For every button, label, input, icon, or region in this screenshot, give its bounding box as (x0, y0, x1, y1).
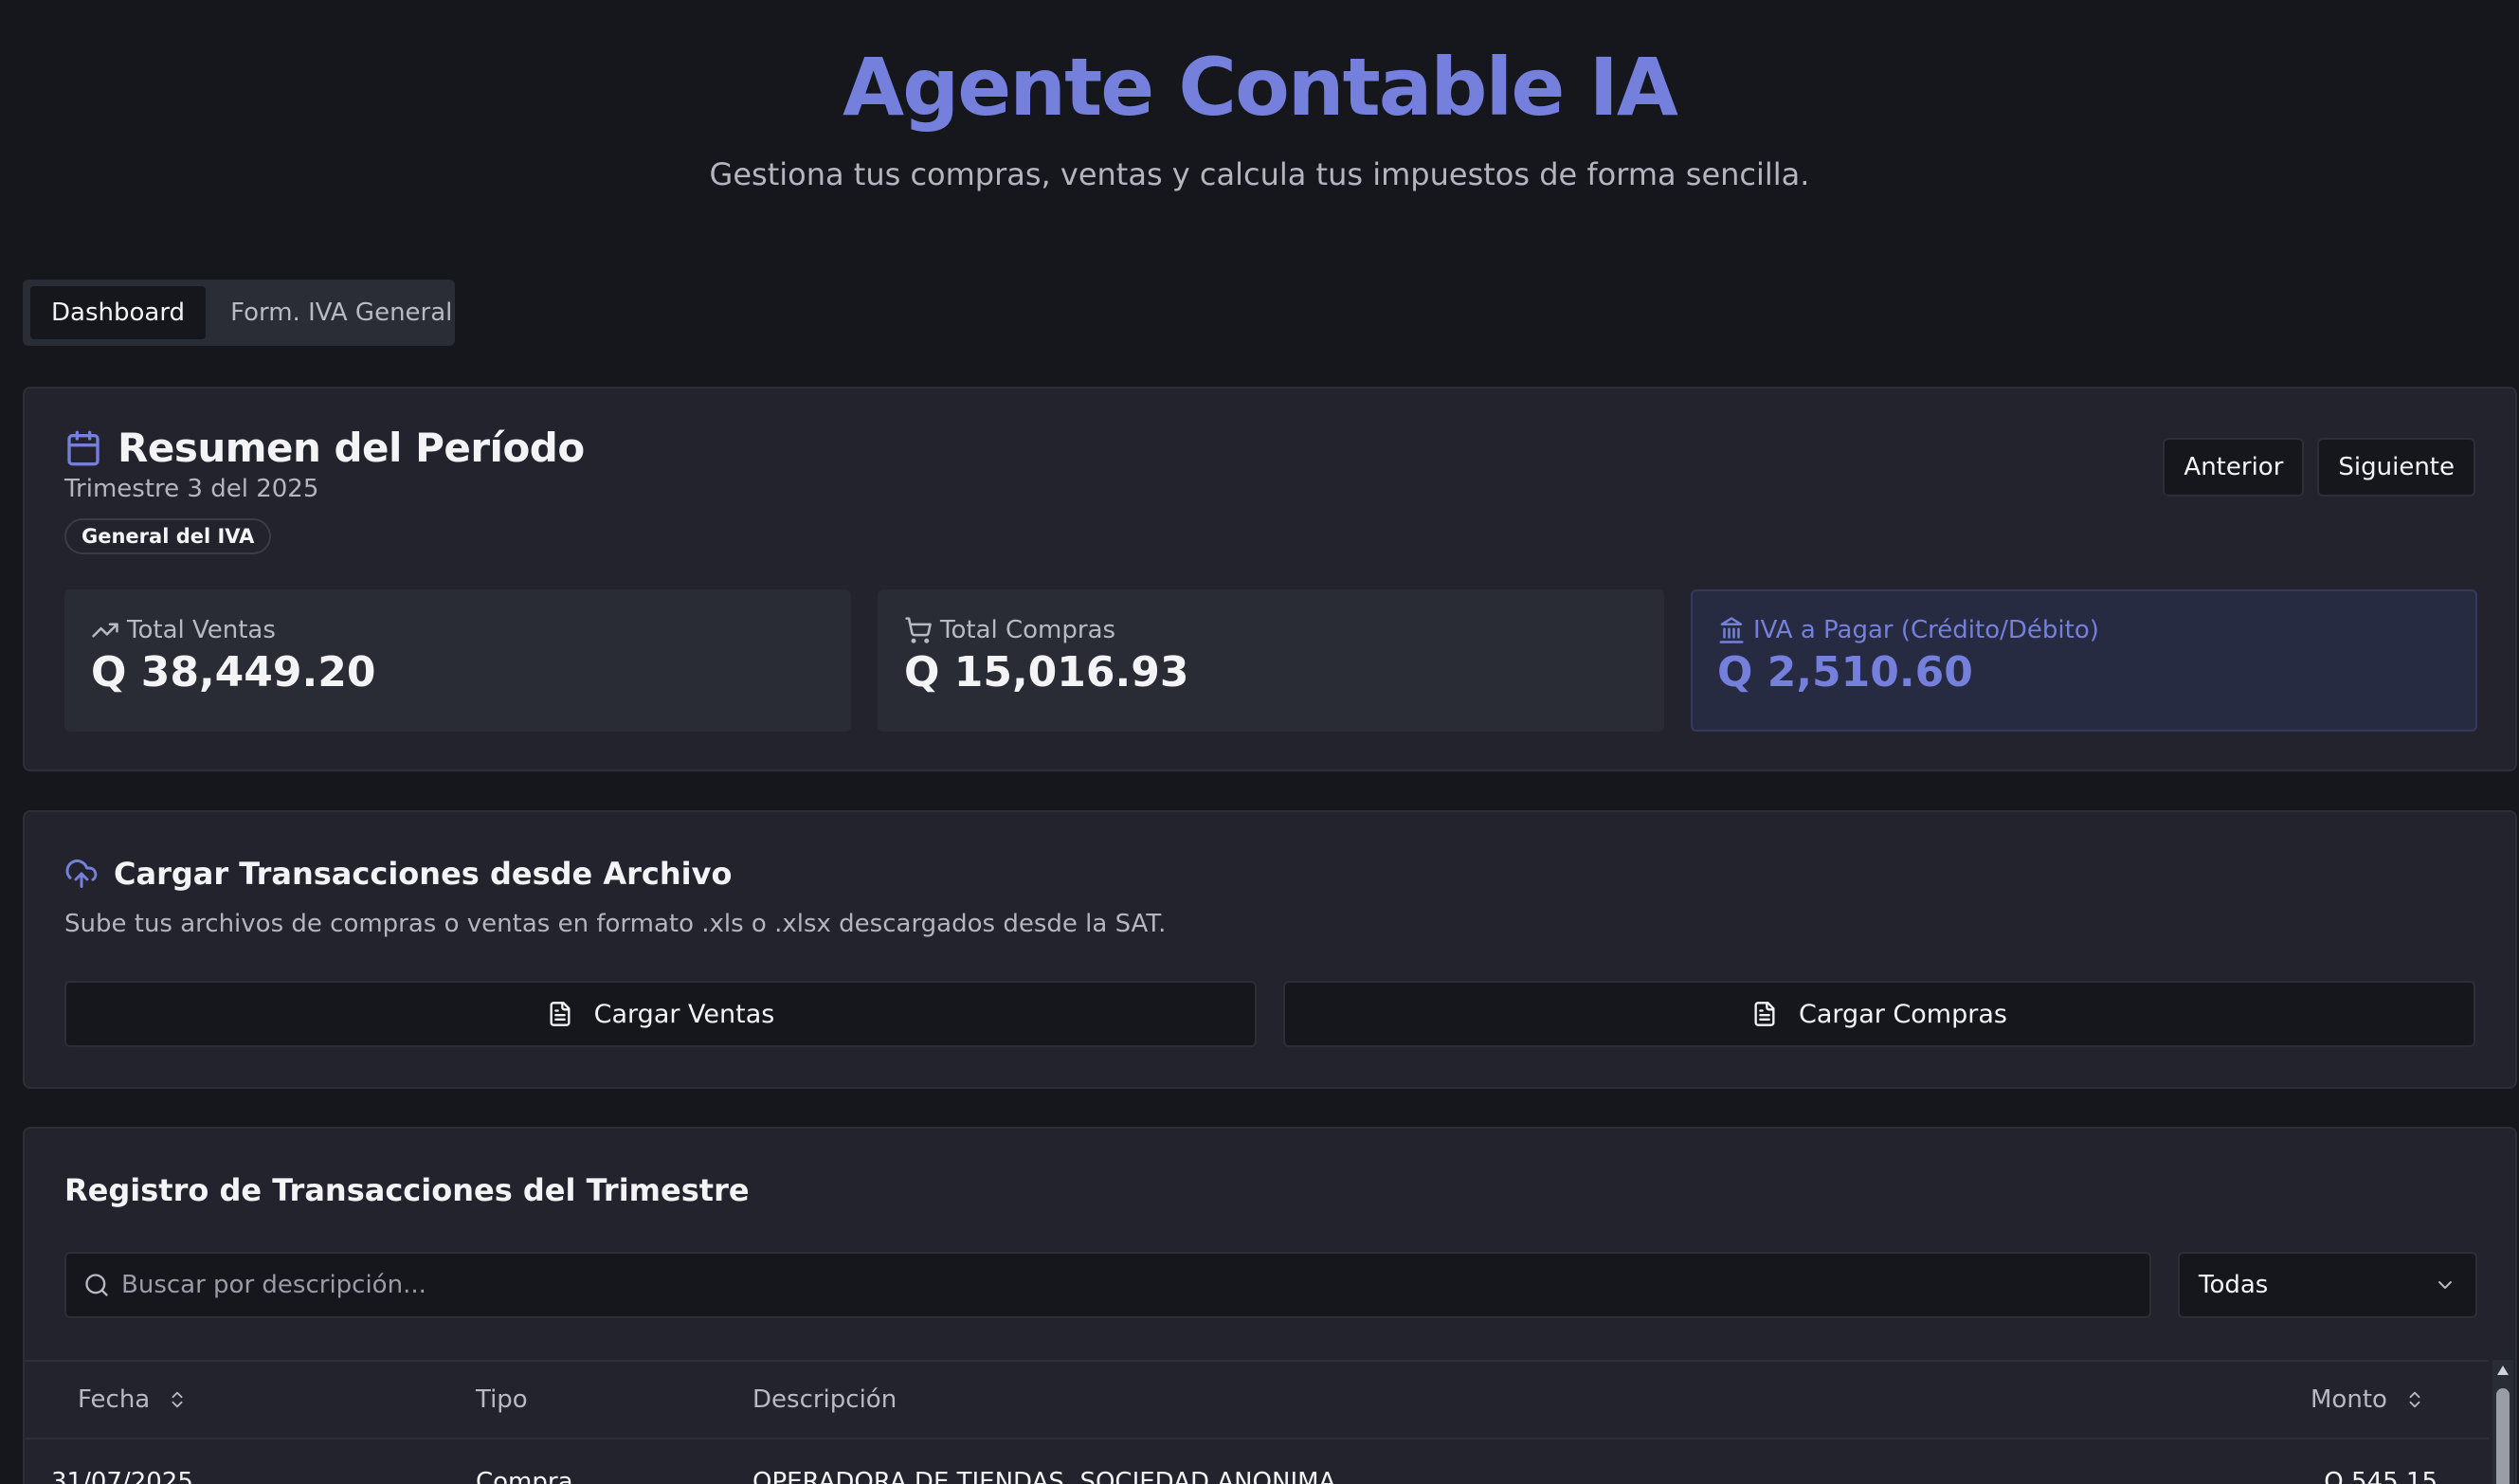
total-purchases-stat: Total Compras Q 15,016.93 (878, 589, 1664, 732)
calendar-icon (64, 429, 102, 467)
upload-purchases-button[interactable]: Cargar Compras (1283, 981, 2475, 1047)
table-scrollbar[interactable] (2492, 1360, 2513, 1484)
search-icon (83, 1272, 110, 1298)
row-date: 31/07/2025 (51, 1468, 193, 1484)
previous-period-button[interactable]: Anterior (2163, 438, 2305, 497)
type-filter-value: Todas (2199, 1271, 2269, 1299)
app-subtitle: Gestiona tus compras, ventas y calcula t… (709, 156, 1810, 192)
upload-sales-label: Cargar Ventas (593, 999, 775, 1029)
summary-title: Resumen del Período (118, 425, 585, 471)
total-sales-label: Total Ventas (127, 616, 276, 644)
upload-description: Sube tus archivos de compras o ventas en… (64, 910, 1167, 938)
trending-up-icon (91, 616, 119, 644)
row-description: OPERADORA DE TIENDAS, SOCIEDAD ANONIMA (752, 1468, 1336, 1484)
type-filter-select[interactable]: Todas (2178, 1252, 2477, 1318)
transactions-title: Registro de Transacciones del Trimestre (64, 1172, 750, 1208)
total-purchases-value: Q 15,016.93 (904, 648, 1189, 697)
column-header-date[interactable]: Fecha (78, 1362, 188, 1438)
tab-dashboard[interactable]: Dashboard (30, 286, 207, 339)
tax-regime-badge: General del IVA (64, 518, 272, 554)
row-amount: Q 545.15 (2324, 1468, 2437, 1484)
scrollbar-thumb[interactable] (2496, 1388, 2510, 1484)
next-period-button[interactable]: Siguiente (2317, 438, 2475, 497)
row-type: Compra (476, 1468, 573, 1484)
upload-title: Cargar Transacciones desde Archivo (114, 856, 733, 892)
vat-payable-value: Q 2,510.60 (1717, 648, 1973, 697)
search-field[interactable] (64, 1252, 2151, 1318)
bank-icon (1717, 616, 1746, 644)
period-summary-card: Resumen del Período Trimestre 3 del 2025… (23, 387, 2517, 771)
sort-icon[interactable] (167, 1387, 188, 1412)
table-header: Fecha Tipo Descripción Monto (25, 1360, 2489, 1439)
transactions-card: Registro de Transacciones del Trimestre … (23, 1127, 2517, 1484)
column-header-type: Tipo (476, 1362, 528, 1438)
tab-form-iva-general[interactable]: Form. IVA General (209, 286, 473, 339)
app-title: Agente Contable IA (843, 41, 1678, 134)
column-description-label: Descripción (752, 1385, 897, 1414)
vat-payable-label: IVA a Pagar (Crédito/Débito) (1753, 616, 2099, 644)
column-amount-label: Monto (2311, 1385, 2387, 1414)
upload-sales-button[interactable]: Cargar Ventas (64, 981, 1257, 1047)
total-sales-value: Q 38,449.20 (91, 648, 376, 697)
vat-payable-stat: IVA a Pagar (Crédito/Débito) Q 2,510.60 (1691, 589, 2477, 732)
shopping-cart-icon (904, 616, 933, 644)
total-sales-stat: Total Ventas Q 38,449.20 (64, 589, 851, 732)
upload-purchases-label: Cargar Compras (1799, 999, 2007, 1029)
table-row[interactable]: 31/07/2025 Compra OPERADORA DE TIENDAS, … (25, 1439, 2489, 1484)
main-tabs: Dashboard Form. IVA General (23, 280, 455, 346)
column-type-label: Tipo (476, 1385, 528, 1414)
file-text-icon (1751, 1001, 1778, 1027)
app-header: Agente Contable IA Gestiona tus compras,… (0, 0, 2519, 193)
sort-icon[interactable] (2404, 1387, 2425, 1412)
column-header-description: Descripción (752, 1362, 897, 1438)
upload-transactions-card: Cargar Transacciones desde Archivo Sube … (23, 810, 2517, 1089)
period-label: Trimestre 3 del 2025 (64, 475, 319, 503)
search-input[interactable] (121, 1271, 2111, 1299)
column-header-amount[interactable]: Monto (2311, 1362, 2425, 1438)
chevron-down-icon (2434, 1274, 2456, 1296)
file-text-icon (547, 1001, 573, 1027)
cloud-upload-icon (64, 857, 99, 891)
scroll-up-arrow-icon[interactable] (2497, 1366, 2509, 1375)
total-purchases-label: Total Compras (940, 616, 1116, 644)
column-date-label: Fecha (78, 1385, 151, 1414)
